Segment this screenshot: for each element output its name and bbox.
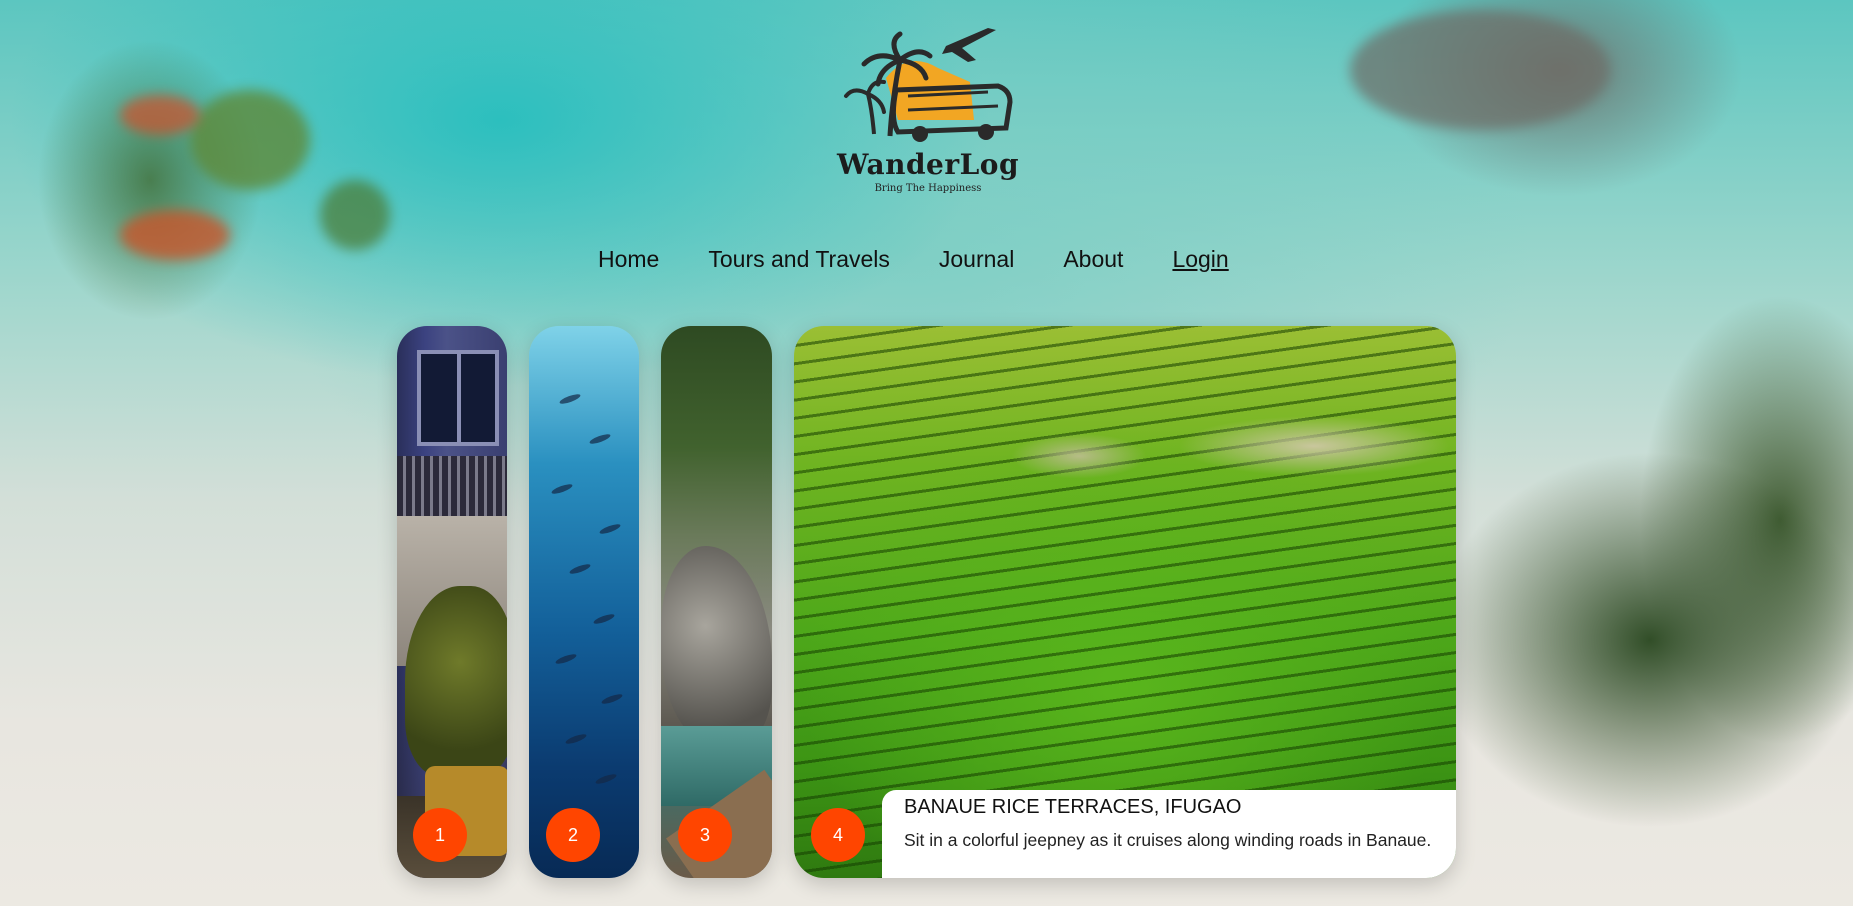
background-leaf [120,95,200,135]
fish-icon [600,692,624,706]
background-leaf [1350,10,1610,130]
slide-image-window [417,350,499,446]
background-leaf [120,210,230,260]
slide-2-button[interactable]: 2 [546,808,600,862]
carousel-slide-1[interactable] [397,326,507,878]
slide-caption-title: BANAUE RICE TERRACES, IFUGAO [904,796,1242,818]
fish-icon [592,612,616,626]
background-leaf [320,180,390,250]
fish-icon [564,732,588,746]
nav-login[interactable]: Login [1172,246,1228,273]
background-leaf [190,90,310,190]
brand-name: WanderLog [836,148,1020,181]
slide-image-railing [397,456,507,516]
fish-icon [588,432,612,446]
main-nav: Home Tours and Travels Journal About Log… [598,244,1229,274]
slide-caption: BANAUE RICE TERRACES, IFUGAO Sit in a co… [882,790,1456,878]
fish-icon [598,522,622,536]
nav-journal[interactable]: Journal [939,246,1014,273]
logo-bus-palm-icon [844,28,1013,142]
carousel-slide-3[interactable] [661,326,772,878]
fish-icon [568,562,592,576]
slide-image-plant [405,586,507,776]
fish-icon [550,482,574,496]
slide-image-rock [661,546,772,746]
nav-home[interactable]: Home [598,246,659,273]
slide-1-button[interactable]: 1 [413,808,467,862]
slide-4-button[interactable]: 4 [811,808,865,862]
slide-3-button[interactable]: 3 [678,808,732,862]
slide-caption-description: Sit in a colorful jeepney as it cruises … [904,830,1432,850]
brand-tagline: Bring The Happiness [874,183,982,194]
nav-about[interactable]: About [1063,246,1123,273]
carousel-slide-2[interactable] [529,326,639,878]
nav-tours-and-travels[interactable]: Tours and Travels [708,246,890,273]
fish-icon [554,652,578,666]
fish-icon [594,772,618,786]
fish-icon [558,392,582,406]
brand-logo[interactable]: WanderLog Bring The Happiness [836,20,1020,200]
